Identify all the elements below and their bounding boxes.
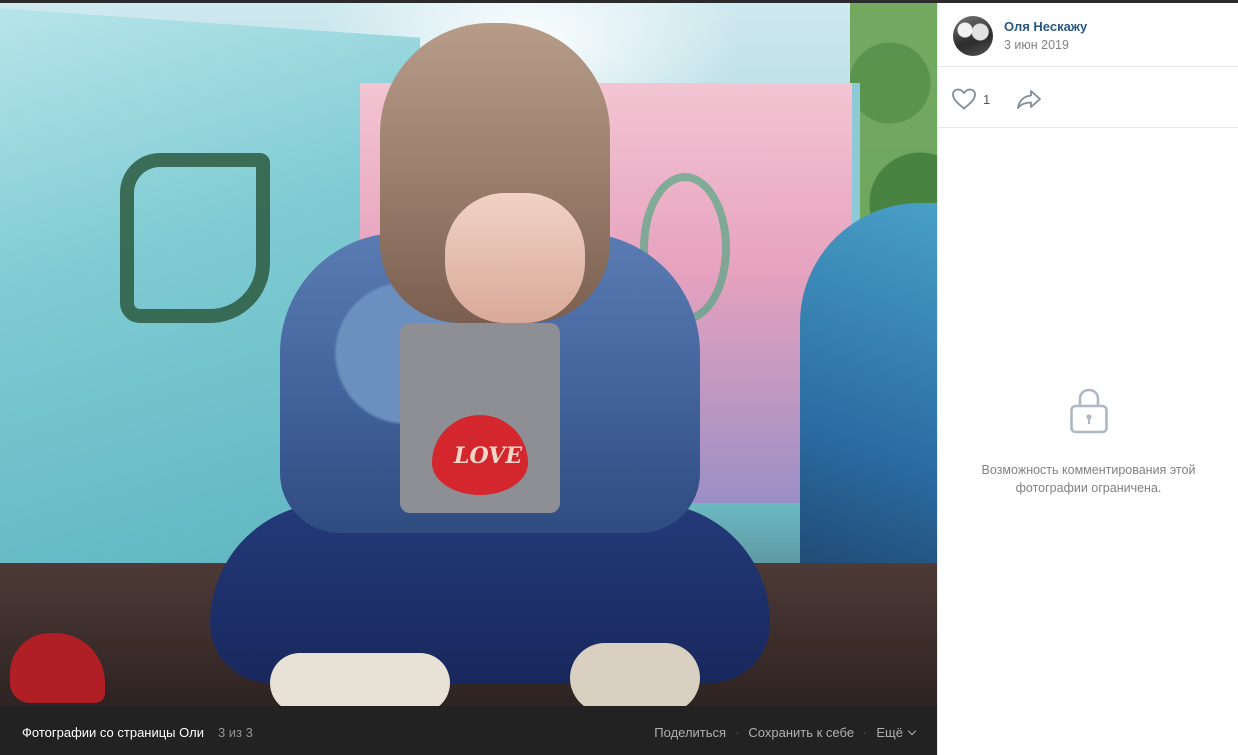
lock-icon bbox=[1069, 388, 1108, 434]
like-button[interactable]: 1 bbox=[951, 87, 990, 111]
photo-pane: LOVE Фотографии со страницы Оли 3 из 3 П… bbox=[0, 3, 937, 755]
photo-shirt-text: LOVE bbox=[454, 443, 523, 469]
photo-actions: Поделиться · Сохранить к себе · Ещё bbox=[654, 724, 917, 740]
photo-bottom-bar: Фотографии со страницы Оли 3 из 3 Подели… bbox=[0, 706, 937, 755]
more-button[interactable]: Ещё bbox=[876, 724, 917, 740]
author-name-link[interactable]: Оля Нескажу bbox=[1004, 19, 1087, 34]
photo-hands bbox=[445, 193, 585, 323]
avatar[interactable] bbox=[953, 16, 993, 56]
likes-row: 1 bbox=[938, 67, 1238, 128]
separator: · bbox=[863, 724, 868, 740]
separator: · bbox=[735, 724, 740, 740]
author-block: Оля Нескажу 3 июн 2019 bbox=[938, 3, 1238, 67]
comments-restricted: Возможность комментирования этой фотогра… bbox=[938, 386, 1238, 497]
post-date[interactable]: 3 июн 2019 bbox=[1004, 38, 1069, 52]
photo-shoe-left bbox=[270, 653, 450, 706]
chevron-down-icon bbox=[907, 726, 917, 735]
photo-viewer: LOVE Фотографии со страницы Оли 3 из 3 П… bbox=[0, 0, 1238, 755]
photo-shoe-right bbox=[570, 643, 700, 706]
side-panel: Оля Нескажу 3 июн 2019 1 Возможность ком… bbox=[937, 3, 1238, 755]
photo-wall-right bbox=[800, 203, 937, 623]
share-button[interactable]: Поделиться bbox=[654, 725, 726, 740]
heart-icon bbox=[952, 88, 976, 110]
like-count: 1 bbox=[983, 91, 991, 107]
photo-counter: 3 из 3 bbox=[217, 724, 253, 740]
share-arrow-icon[interactable] bbox=[1016, 88, 1042, 110]
comments-restricted-text: Возможность комментирования этой фотогра… bbox=[981, 463, 1196, 495]
save-button[interactable]: Сохранить к себе bbox=[748, 725, 854, 740]
photo[interactable]: LOVE bbox=[0, 3, 937, 706]
more-label: Ещё bbox=[876, 724, 903, 740]
photo-person: LOVE bbox=[210, 23, 770, 706]
album-title-link[interactable]: Фотографии со страницы Оли bbox=[22, 725, 204, 740]
